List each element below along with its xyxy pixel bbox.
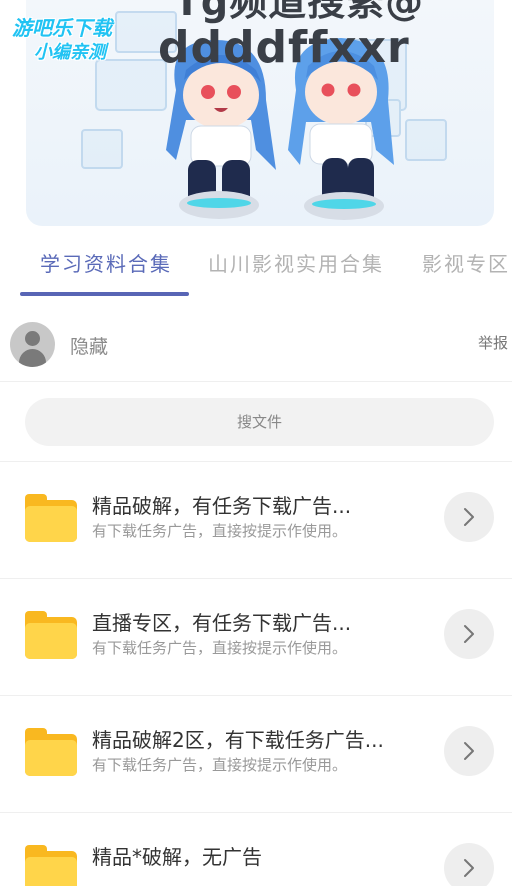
category-tabs: 学习资料合集 山川影视实用合集 影视专区 [0,236,512,300]
banner-line-1: Tg频道搜索@ [174,0,425,24]
item-title: 精品破解，有任务下载广告... [92,494,352,518]
chevron-right-icon [464,625,474,643]
active-tab-indicator [20,292,189,296]
watermark-line-2: 小编亲测 [34,42,106,63]
list-item[interactable]: 精品*破解，无广告 [0,813,512,886]
open-button[interactable] [444,843,494,886]
author-name: 隐藏 [70,336,109,358]
list-item[interactable]: 精品破解2区，有下载任务广告... 有下载任务广告，直接按提示作使用。 [0,696,512,813]
author-row: 隐藏 举报 [0,316,512,382]
chevron-right-icon [464,859,474,877]
item-title: 精品*破解，无广告 [92,845,262,869]
folder-icon [25,494,77,542]
avatar-body-shape [19,349,46,367]
tab-video-zone[interactable]: 影视专区 [422,248,510,277]
search-input[interactable]: 搜文件 [25,398,494,446]
item-subtitle: 有下载任务广告，直接按提示作使用。 [92,639,348,657]
site-watermark: 游吧乐下载 小编亲测 [6,8,146,64]
folder-icon [25,845,77,886]
report-button[interactable]: 举报 [478,332,508,353]
banner-line-2: ddddffxxr [158,22,410,73]
folder-icon [25,728,77,776]
item-title: 精品破解2区，有下载任务广告... [92,728,384,752]
list-item[interactable]: 精品破解，有任务下载广告... 有下载任务广告，直接按提示作使用。 [0,462,512,579]
folder-icon [25,611,77,659]
tab-study-materials[interactable]: 学习资料合集 [40,248,172,277]
chevron-right-icon [464,742,474,760]
open-button[interactable] [444,492,494,542]
tab-shanchuan-video[interactable]: 山川影视实用合集 [208,248,384,277]
open-button[interactable] [444,726,494,776]
item-subtitle: 有下载任务广告，直接按提示作使用。 [92,756,348,774]
open-button[interactable] [444,609,494,659]
watermark-line-1: 游吧乐下载 [12,16,112,40]
item-title: 直播专区，有任务下载广告... [92,611,352,635]
list-item[interactable]: 直播专区，有任务下载广告... 有下载任务广告，直接按提示作使用。 [0,579,512,696]
item-subtitle: 有下载任务广告，直接按提示作使用。 [92,522,348,540]
avatar-head-shape [25,331,40,346]
avatar[interactable] [10,322,55,367]
chevron-right-icon [464,508,474,526]
